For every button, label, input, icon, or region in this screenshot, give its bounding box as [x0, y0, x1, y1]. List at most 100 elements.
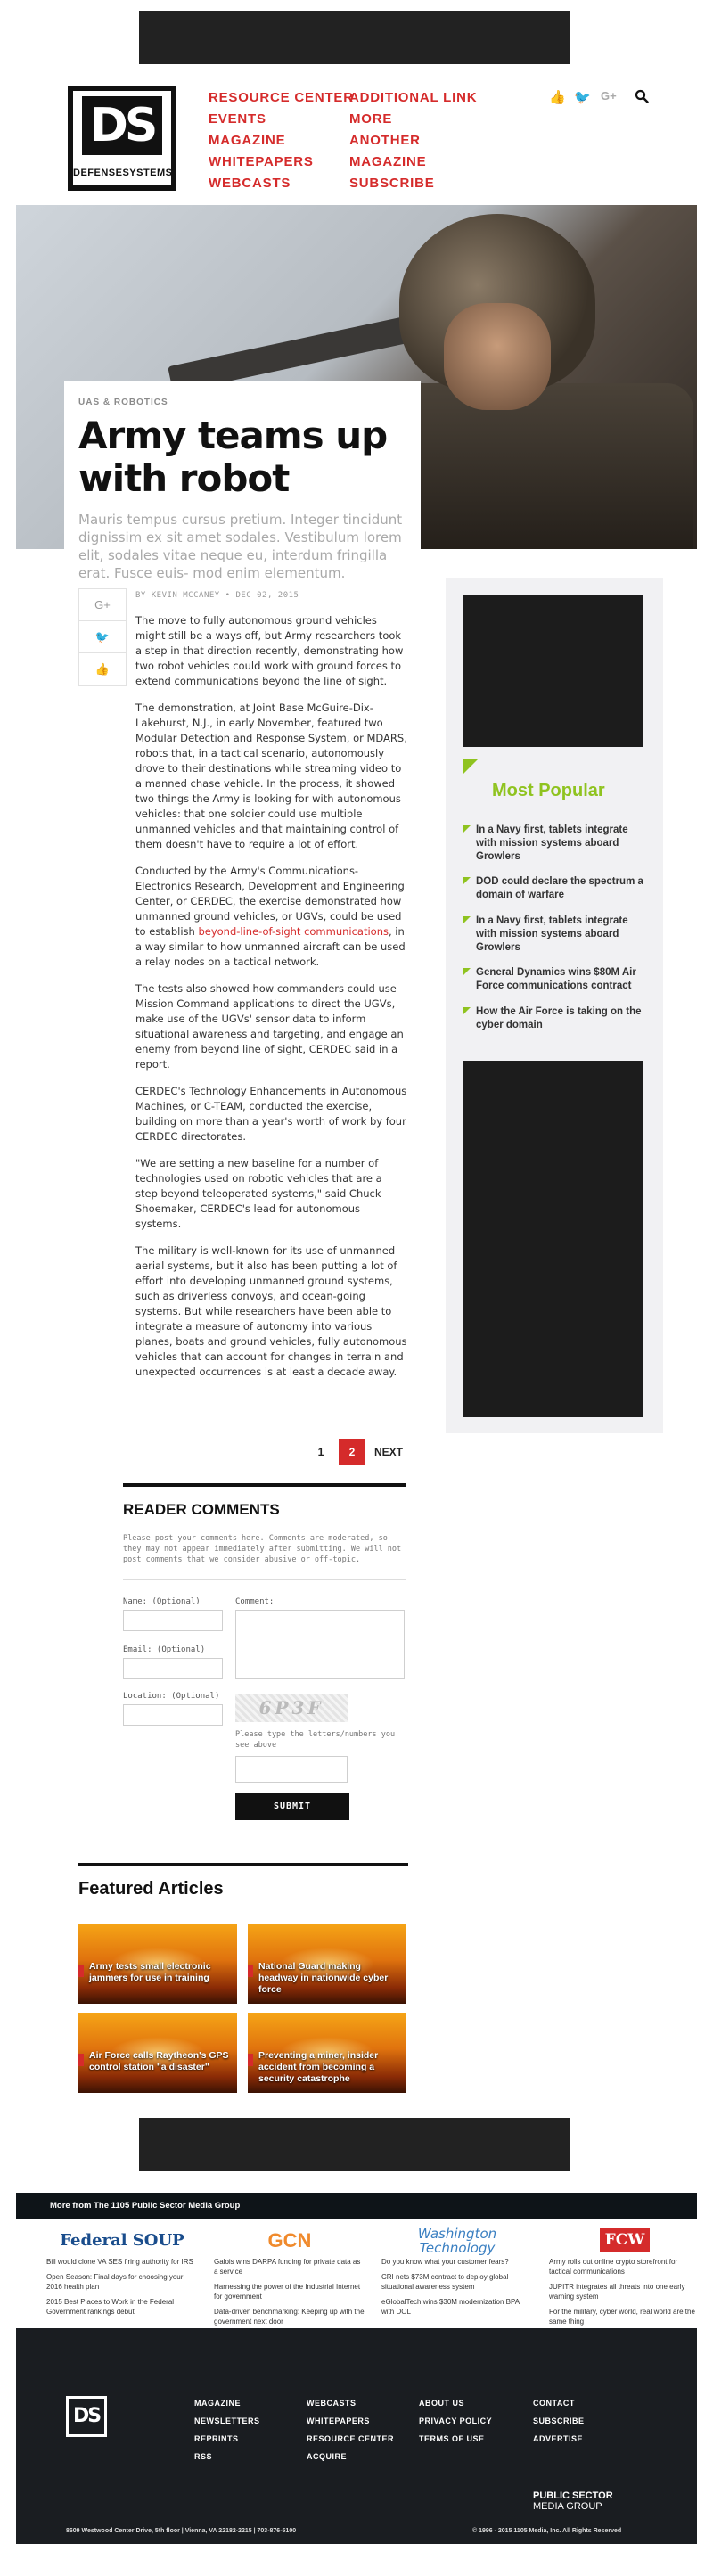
twitter-icon[interactable]: 🐦	[574, 89, 591, 105]
pub-link[interactable]: Open Season: Final days for choosing you…	[46, 2272, 198, 2292]
captcha-input[interactable]	[235, 1756, 348, 1783]
article-paragraph: "We are setting a new baseline for a num…	[135, 1157, 382, 1230]
bottom-banner-ad[interactable]	[139, 2118, 570, 2171]
footer-link[interactable]: ABOUT US	[419, 2394, 492, 2412]
footer-link[interactable]: NEWSLETTERS	[194, 2412, 260, 2430]
top-banner-ad[interactable]	[139, 11, 570, 64]
nav-whitepapers[interactable]: WHITEPAPERS	[209, 152, 354, 173]
featured-caption: National Guard making headway in nationw…	[258, 1961, 389, 1995]
footer-link[interactable]: TERMS OF USE	[419, 2430, 492, 2448]
pub-link[interactable]: Army rolls out online crypto storefront …	[549, 2257, 701, 2277]
popular-item[interactable]: In a Navy first, tablets integrate with …	[463, 824, 647, 864]
footer-link[interactable]: RSS	[194, 2448, 260, 2465]
more-from-title: More from The 1105 Public Sector Media G…	[50, 2201, 241, 2211]
psmg-logo[interactable]: PUBLIC SECTOR MEDIA GROUP	[533, 2490, 613, 2512]
email-label: Email: (Optional)	[123, 1645, 206, 1654]
name-field[interactable]	[123, 1610, 223, 1631]
popular-item[interactable]: How the Air Force is taking on the cyber…	[463, 1005, 647, 1032]
footer-link[interactable]: ADVERTISE	[533, 2430, 585, 2448]
article-subhead: Mauris tempus cursus pretium. Integer ti…	[78, 512, 403, 581]
nav-primary: RESOURCE CENTER EVENTS MAGAZINE WHITEPAP…	[209, 87, 354, 194]
comment-label: Comment:	[235, 1597, 275, 1606]
nav-more[interactable]: MORE	[349, 109, 477, 130]
footer-link[interactable]: ACQUIRE	[307, 2448, 394, 2465]
comment-textarea[interactable]	[235, 1610, 405, 1679]
next-page-link[interactable]: NEXT	[371, 1439, 406, 1465]
footer-link[interactable]: PRIVACY POLICY	[419, 2412, 492, 2430]
pub-link[interactable]: eGlobalTech wins $30M modernization BPA …	[381, 2297, 533, 2317]
footer-link[interactable]: WEBCASTS	[307, 2394, 394, 2412]
popular-item[interactable]: DOD could declare the spectrum a domain …	[463, 875, 647, 902]
pub-link[interactable]: Data-driven benchmarking: Keeping up wit…	[214, 2307, 365, 2326]
article-inline-link[interactable]: beyond-line-of-sight communications	[198, 925, 389, 938]
pub-logo[interactable]: Federal SOUP	[46, 2225, 198, 2257]
footer-link[interactable]: RESOURCE CENTER	[307, 2430, 394, 2448]
nav-events[interactable]: EVENTS	[209, 109, 354, 130]
featured-caption: Air Force calls Raytheon's GPS control s…	[89, 2050, 229, 2072]
logo-wordmark: DEFENSESYSTEMS	[73, 168, 173, 178]
featured-card[interactable]: National Guard making headway in nationw…	[248, 1924, 406, 2004]
pub-link[interactable]: Do you know what your customer fears?	[381, 2257, 533, 2267]
article-category[interactable]: UAS & ROBOTICS	[78, 398, 406, 407]
pub-logo[interactable]: FCW	[549, 2225, 701, 2257]
featured-divider	[78, 1863, 408, 1866]
footer-link[interactable]: MAGAZINE	[194, 2394, 260, 2412]
location-field[interactable]	[123, 1704, 223, 1726]
footer-link[interactable]: CONTACT	[533, 2394, 585, 2412]
most-popular-title: Most Popular	[492, 781, 605, 800]
pub-column-federal-soup: Federal SOUP Bill would clone VA SES fir…	[46, 2225, 198, 2325]
page-1-link[interactable]: 1	[308, 1439, 333, 1465]
article-paragraph: The move to fully autonomous ground vehi…	[135, 614, 404, 687]
footer-column-2: WEBCASTS WHITEPAPERS RESOURCE CENTER ACQ…	[307, 2394, 394, 2465]
article-paragraph: CERDEC's Technology Enhancements in Auto…	[135, 1085, 407, 1143]
nav-magazine[interactable]: MAGAZINE	[209, 130, 354, 152]
like-icon[interactable]: 👍	[549, 89, 566, 105]
nav-magazine-2[interactable]: MAGAZINE	[349, 152, 477, 173]
like-icon[interactable]: 👍	[79, 653, 126, 685]
featured-card[interactable]: Army tests small electronic jammers for …	[78, 1924, 237, 2004]
pub-logo[interactable]: Washington Technology	[381, 2225, 533, 2257]
email-field[interactable]	[123, 1658, 223, 1679]
article-paragraph: The tests also showed how commanders cou…	[135, 982, 404, 1071]
site-logo[interactable]: DS DEFENSESYSTEMS	[68, 86, 176, 191]
nav-resource-center[interactable]: RESOURCE CENTER	[209, 87, 354, 109]
pub-link[interactable]: Harnessing the power of the Industrial I…	[214, 2282, 365, 2301]
pub-link[interactable]: Galois wins DARPA funding for private da…	[214, 2257, 365, 2277]
nav-another[interactable]: ANOTHER	[349, 130, 477, 152]
pub-link[interactable]: CRI nets $73M contract to deploy global …	[381, 2272, 533, 2292]
footer-logo[interactable]: DS	[66, 2396, 107, 2437]
featured-card[interactable]: Air Force calls Raytheon's GPS control s…	[78, 2013, 237, 2093]
google-plus-icon[interactable]: G+	[79, 589, 126, 621]
footer-link[interactable]: WHITEPAPERS	[307, 2412, 394, 2430]
sidebar-ad-bottom[interactable]	[463, 1061, 643, 1417]
pub-link[interactable]: For the military, cyber world, real worl…	[549, 2307, 701, 2326]
search-icon[interactable]	[635, 89, 649, 103]
page-2-link[interactable]: 2	[339, 1439, 365, 1465]
nav-additional-link[interactable]: ADDITIONAL LINK	[349, 87, 477, 109]
nav-webcasts[interactable]: WEBCASTS	[209, 173, 354, 194]
comments-hr	[123, 1579, 406, 1580]
footer-link[interactable]: SUBSCRIBE	[533, 2412, 585, 2430]
featured-caption: Preventing a miner, insider accident fro…	[258, 2050, 379, 2084]
popular-item[interactable]: In a Navy first, tablets integrate with …	[463, 915, 647, 955]
pub-logo[interactable]: GCN	[214, 2225, 365, 2257]
popular-flag-icon	[463, 759, 478, 774]
pub-column-washington-technology: Washington Technology Do you know what y…	[381, 2225, 533, 2325]
twitter-icon[interactable]: 🐦	[79, 621, 126, 653]
pub-link[interactable]: JUPITR integrates all threats into one e…	[549, 2282, 701, 2301]
article-paragraph: The military is well-known for its use o…	[135, 1244, 407, 1378]
popular-item[interactable]: General Dynamics wins $80M Air Force com…	[463, 966, 647, 993]
google-plus-icon[interactable]: G+	[601, 89, 617, 103]
pub-link[interactable]: Bill would clone VA SES firing authority…	[46, 2257, 198, 2267]
article-paragraph: The demonstration, at Joint Base McGuire…	[135, 701, 407, 850]
comments-divider	[123, 1483, 406, 1487]
footer-column-1: MAGAZINE NEWSLETTERS REPRINTS RSS	[194, 2394, 260, 2465]
submit-button[interactable]: SUBMIT	[235, 1793, 349, 1820]
pub-link[interactable]: 2015 Best Places to Work in the Federal …	[46, 2297, 198, 2317]
nav-subscribe[interactable]: SUBSCRIBE	[349, 173, 477, 194]
sidebar-ad-top[interactable]	[463, 595, 643, 747]
featured-card[interactable]: Preventing a miner, insider accident fro…	[248, 2013, 406, 2093]
footer-link[interactable]: REPRINTS	[194, 2430, 260, 2448]
location-label: Location: (Optional)	[123, 1692, 220, 1701]
logo-monogram: DS	[82, 96, 162, 155]
